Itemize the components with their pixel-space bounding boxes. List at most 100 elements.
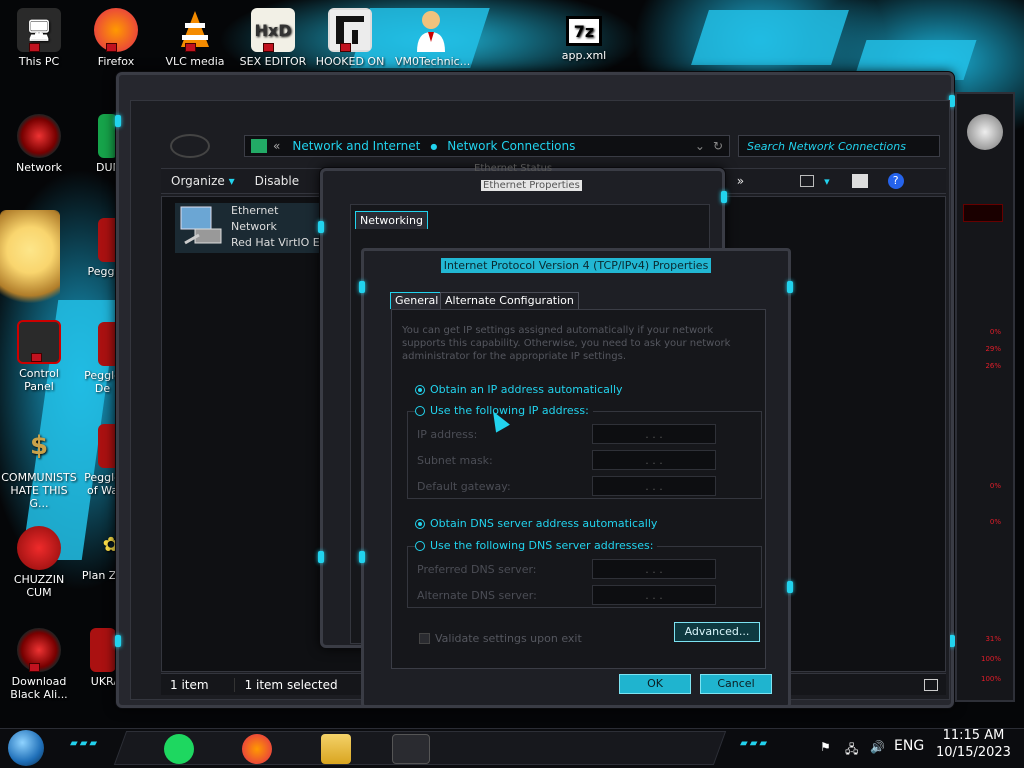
general-tab-content: You can get IP settings assigned automat… — [391, 309, 766, 669]
frame-light — [359, 281, 365, 293]
start-button[interactable] — [8, 730, 44, 766]
flag-icon[interactable]: ⚑ — [820, 740, 831, 754]
chevron-down-icon[interactable]: ▾ — [824, 175, 830, 188]
preferred-dns-field[interactable]: . . . — [592, 559, 716, 579]
chuzzle-icon — [17, 526, 61, 570]
frame-light — [787, 281, 793, 293]
frame-light — [359, 551, 365, 563]
desktop-icon-firefox[interactable]: Firefox — [80, 8, 152, 68]
hud-readout: 26% — [985, 362, 1001, 370]
advanced-button[interactable]: Advanced... — [674, 622, 760, 642]
tab-networking[interactable]: Networking — [355, 211, 428, 229]
hud-readout: 100% — [980, 655, 1001, 663]
breadcrumb-network-connections[interactable]: Network Connections — [447, 139, 575, 153]
use-static-dns-radio[interactable]: Use the following DNS server addresses: — [415, 539, 658, 552]
cartoon-girl-icon — [0, 210, 60, 320]
radio-unselected-icon — [415, 540, 425, 551]
language-indicator[interactable]: ENG — [894, 738, 924, 754]
desktop-character-art — [0, 210, 60, 323]
subnet-mask-field[interactable]: . . . — [592, 450, 716, 470]
disable-button[interactable]: Disable — [245, 174, 310, 188]
tab-alternate-configuration[interactable]: Alternate Configuration — [440, 292, 579, 309]
frame-light — [115, 635, 121, 647]
alternate-dns-field[interactable]: . . . — [592, 585, 716, 605]
clock-date: 10/15/2023 — [936, 745, 1011, 760]
maze-icon — [328, 8, 372, 52]
clock[interactable]: 11:15 AM 10/15/2023 — [936, 727, 1011, 761]
ip-address-field[interactable]: . . . — [592, 424, 716, 444]
tab-general[interactable]: General — [390, 292, 444, 309]
network-connections-taskbar-icon[interactable] — [392, 734, 430, 764]
preview-pane-icon[interactable] — [851, 174, 868, 188]
ipv4-intro-text: You can get IP settings assigned automat… — [402, 325, 731, 362]
organize-button[interactable]: Organize ▾ — [161, 174, 245, 188]
breadcrumb-network-internet[interactable]: Network and Internet — [292, 139, 420, 153]
desktop-icon-network[interactable]: Network — [3, 114, 75, 174]
vlc-cone-icon — [173, 8, 217, 52]
radio-selected-icon — [415, 384, 425, 395]
volume-icon[interactable]: 🔊 — [870, 740, 885, 754]
details-view-icon[interactable] — [924, 678, 938, 691]
taskbar-decor: ▰▰▰ — [70, 738, 100, 749]
checkbox-icon — [419, 633, 430, 644]
wallpaper-stroke — [691, 10, 849, 65]
desktop-icon-control-panel[interactable]: Control Panel — [3, 320, 75, 393]
desktop-icon-vlc[interactable]: VLC media — [159, 8, 231, 68]
desktop-icon-vm0[interactable]: VM0Technic... — [395, 8, 470, 68]
desktop-icon-download-black[interactable]: Download Black Ali... — [3, 628, 75, 701]
ethernet-properties-title: Ethernet Properties — [481, 180, 582, 191]
default-gateway-field[interactable]: . . . — [592, 476, 716, 496]
hud-readout: 100% — [980, 675, 1001, 683]
ethernet-connection-item[interactable]: Ethernet Network Red Hat VirtIO E — [175, 203, 325, 253]
firefox-icon[interactable] — [242, 734, 272, 764]
desktop-icon-this-pc[interactable]: 🖥 This PC — [3, 8, 75, 68]
hud-readout: 0% — [989, 482, 1001, 490]
doctor-icon — [409, 8, 453, 52]
help-icon[interactable]: ? — [887, 173, 904, 189]
clock-time: 11:15 AM — [942, 728, 1005, 743]
computer-icon: 🖥 — [17, 8, 61, 52]
hud-readout: 0% — [989, 328, 1001, 336]
alien-logo-icon — [967, 114, 1003, 150]
desktop-icon-hooked-on[interactable]: HOOKED ON — [314, 8, 386, 68]
frame-light — [318, 551, 324, 563]
chevron-down-icon: ▾ — [228, 174, 235, 188]
hud-side-panel: 0% 29% 26% 0% 0% 31% 100% 100% — [955, 92, 1015, 702]
file-explorer-icon[interactable] — [321, 734, 351, 764]
search-input[interactable]: Search Network Connections — [738, 135, 940, 157]
desktop-icon-chuzzin[interactable]: CHUZZIN CUM — [3, 526, 75, 599]
chevron-down-icon[interactable]: ⌄ — [695, 139, 705, 153]
firefox-icon — [94, 8, 138, 52]
red-readout-box — [963, 204, 1003, 222]
frame-light — [787, 581, 793, 593]
radio-unselected-icon — [415, 405, 425, 416]
network-adapter-icon — [180, 206, 222, 245]
7zip-icon: 7z — [566, 16, 602, 46]
money-bag-icon: $ — [29, 430, 49, 461]
desktop-icon-sex-editor[interactable]: HxD SEX EDITOR — [237, 8, 309, 68]
obtain-dns-radio[interactable]: Obtain DNS server address automatically — [415, 517, 657, 530]
ok-button[interactable]: OK — [619, 674, 691, 694]
desktop-icon-communists[interactable]: $ COMMUNISTS HATE THIS G... — [0, 424, 78, 511]
ethernet-status-title: Ethernet Status — [474, 163, 553, 174]
frame-light — [318, 221, 324, 233]
alien-network-icon — [17, 114, 61, 158]
hud-readout: 31% — [985, 635, 1001, 643]
network-folder-icon — [251, 139, 267, 153]
more-commands-button[interactable]: » — [727, 174, 754, 188]
control-panel-icon — [17, 320, 61, 364]
radio-selected-icon — [415, 518, 425, 529]
hxd-icon: HxD — [251, 8, 295, 52]
obtain-ip-radio[interactable]: Obtain an IP address automatically — [415, 383, 623, 396]
address-bar[interactable]: « Network and Internet ● Network Connect… — [244, 135, 730, 157]
frame-light — [115, 115, 121, 127]
network-tray-icon[interactable]: 🖧 — [845, 740, 858, 761]
spotify-icon[interactable] — [164, 734, 194, 764]
cancel-button[interactable]: Cancel — [700, 674, 772, 694]
desktop-icon-app-xml[interactable]: 7z app.xml — [548, 8, 620, 62]
view-options-icon[interactable] — [800, 175, 815, 187]
frame-light — [721, 191, 727, 203]
alienware-emblem-icon — [170, 134, 210, 158]
refresh-icon[interactable]: ↻ — [713, 139, 723, 153]
validate-settings-checkbox[interactable]: Validate settings upon exit — [419, 632, 582, 645]
